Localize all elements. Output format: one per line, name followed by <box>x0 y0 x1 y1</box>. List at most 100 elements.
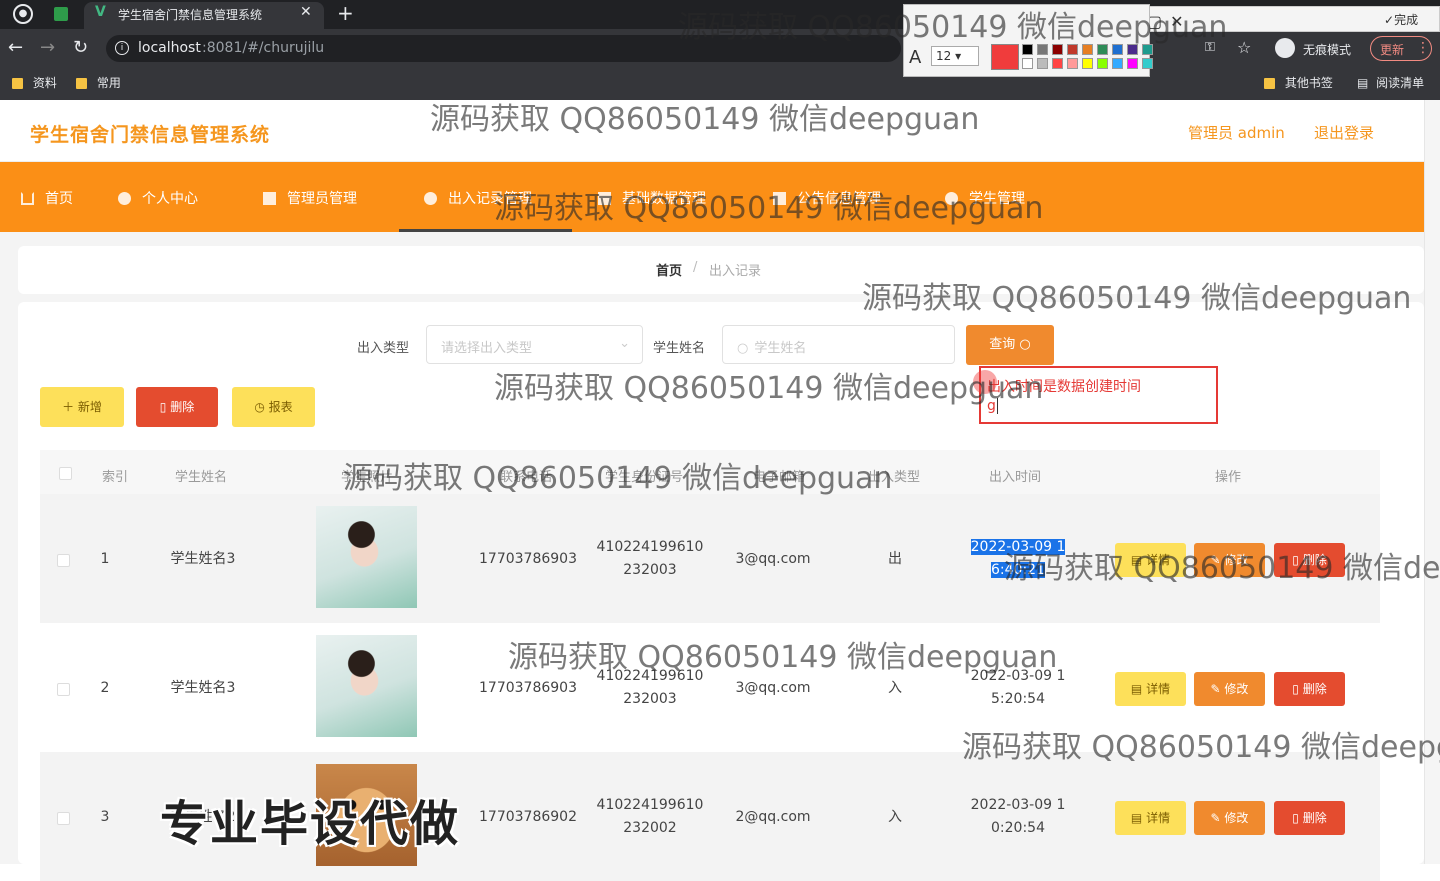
bookmark-label: 阅读清单 <box>1376 76 1425 90</box>
palette-color-swatch[interactable] <box>1052 58 1063 69</box>
report-button[interactable]: ◷ 报表 <box>232 387 315 427</box>
bookmark-other[interactable]: 其他书签 <box>1264 74 1333 91</box>
palette-color-swatch[interactable] <box>1082 58 1093 69</box>
row-checkbox[interactable] <box>57 683 70 696</box>
type-select[interactable]: 请选择出入类型 ⌄ <box>426 325 643 364</box>
watermark-text: 源码获取 QQ86050149 微信deepguan <box>962 730 1440 765</box>
watermark-text: 源码获取 QQ86050149 微信deepguan <box>343 461 893 496</box>
nav-label: 首页 <box>45 191 73 207</box>
delete-button[interactable]: ▯ 删除 <box>136 387 218 427</box>
cell-name: 学生姓名3 <box>170 680 236 696</box>
site-title: 学生宿舍门禁信息管理系统 <box>30 124 271 146</box>
add-button[interactable]: ＋ 新增 <box>40 387 124 427</box>
record-icon <box>424 192 437 205</box>
cell-time: 2022-03-09 1 0:20:54 <box>970 797 1066 836</box>
col-header: 索引 <box>102 470 129 485</box>
name-input[interactable]: ○ 学生姓名 <box>722 325 955 364</box>
row-checkbox[interactable] <box>57 554 70 567</box>
detail-icon: ▤ <box>1130 811 1147 825</box>
delete-row-button[interactable]: ▯ 删除 <box>1274 801 1345 835</box>
star-icon[interactable]: ☆ <box>1237 38 1251 57</box>
palette-color-swatch[interactable] <box>1142 58 1153 69</box>
name-label: 学生姓名 <box>653 341 706 356</box>
name-placeholder: 学生姓名 <box>754 341 807 356</box>
watermark-text: 源码获取 QQ86050149 微信deepguan <box>494 191 1044 226</box>
watermark-text: 源码获取 QQ86050149 微信deepguan <box>1004 551 1440 586</box>
cell-name: 学生姓名3 <box>170 551 236 567</box>
type-placeholder: 请选择出入类型 <box>441 341 533 356</box>
site-info-icon[interactable]: i <box>115 41 129 55</box>
edit-button[interactable]: ✎ 修改 <box>1194 801 1265 835</box>
cell-email: 3@qq.com <box>735 551 811 567</box>
nav-profile[interactable]: 个人中心 <box>118 188 198 208</box>
bookmark-folder-ziliao[interactable]: 资料 <box>12 74 57 91</box>
palette-color-swatch[interactable] <box>1097 58 1108 69</box>
url-host: localhost <box>138 40 201 56</box>
font-size-select[interactable]: 12 ▾ <box>931 46 979 66</box>
cell-index: 2 <box>100 680 110 696</box>
incognito-label[interactable]: 无痕模式 <box>1303 41 1351 58</box>
reading-list[interactable]: ▤ 阅读清单 <box>1357 74 1424 91</box>
cell-email: 2@qq.com <box>735 809 811 825</box>
cell-type: 出 <box>888 551 902 567</box>
palette-color-swatch[interactable] <box>1067 58 1078 69</box>
folder-icon <box>12 78 23 89</box>
watermark-text: 源码获取 QQ86050149 微信deepguan <box>508 640 1058 675</box>
tab-close-icon[interactable]: ✕ <box>300 4 312 20</box>
bookmark-folder-changyong[interactable]: 常用 <box>76 74 121 91</box>
delete-row-button[interactable]: ▯ 删除 <box>1274 672 1345 706</box>
incognito-icon <box>1275 38 1295 58</box>
row-checkbox[interactable] <box>57 812 70 825</box>
admin-icon <box>263 192 276 205</box>
detail-button[interactable]: ▤ 详情 <box>1115 801 1186 835</box>
palette-color-swatch[interactable] <box>1127 58 1138 69</box>
home-icon <box>21 192 34 205</box>
trash-icon: ▯ <box>159 400 167 414</box>
current-color-swatch[interactable] <box>991 44 1019 70</box>
cell-email: 3@qq.com <box>735 680 811 696</box>
query-button[interactable]: 查询 ○ <box>966 325 1054 365</box>
clock-icon: ◷ <box>254 400 265 414</box>
bookmark-label: 资料 <box>32 76 57 90</box>
new-tab-icon[interactable]: + <box>337 1 354 25</box>
chevron-down-icon: ⌄ <box>619 336 630 351</box>
grid-app-icon[interactable] <box>54 7 68 21</box>
nav-admin[interactable]: 管理员管理 <box>263 188 357 208</box>
select-all-checkbox[interactable] <box>59 467 72 480</box>
update-label: 更新 <box>1380 43 1405 57</box>
font-size-value: 12 <box>936 49 952 63</box>
breadcrumb-home[interactable]: 首页 <box>656 260 682 279</box>
delete-label: 删除 <box>170 400 195 414</box>
action-label: 删除 <box>1302 811 1327 825</box>
tab-title: 学生宿舍门禁信息管理系统 <box>118 8 263 22</box>
action-label: 详情 <box>1146 682 1171 696</box>
plus-icon: ＋ <box>62 400 75 414</box>
detail-button[interactable]: ▤ 详情 <box>1115 672 1186 706</box>
reload-icon[interactable]: ↻ <box>73 37 88 58</box>
trash-icon: ▯ <box>1292 811 1303 825</box>
palette-color-swatch[interactable] <box>1112 58 1123 69</box>
add-label: 新增 <box>77 400 102 414</box>
done-label: 完成 <box>1394 13 1419 27</box>
promo-watermark: 专业毕设代做 <box>160 796 461 852</box>
nav-label: 个人中心 <box>142 191 198 207</box>
cell-type: 入 <box>888 680 902 696</box>
palette-color-swatch[interactable] <box>1022 58 1033 69</box>
trash-icon: ▯ <box>1292 682 1303 696</box>
nav-home[interactable]: 首页 <box>21 188 73 208</box>
nav-label: 管理员管理 <box>287 191 357 207</box>
watermark-text: 源码获取 QQ86050149 微信deepguan <box>678 10 1228 45</box>
back-icon[interactable]: ← <box>8 37 23 58</box>
cell-phone: 17703786903 <box>479 551 577 567</box>
cell-phone: 17703786903 <box>479 680 577 696</box>
logout-link[interactable]: 退出登录 <box>1314 122 1374 143</box>
edit-button[interactable]: ✎ 修改 <box>1194 672 1265 706</box>
forward-icon[interactable]: → <box>40 37 55 58</box>
menu-icon[interactable]: ⋮ <box>1416 40 1430 56</box>
watermark-text: 源码获取 QQ86050149 微信deepguan <box>862 281 1412 316</box>
admin-user-label[interactable]: 管理员 admin <box>1188 122 1285 143</box>
annotation-done-button[interactable]: ✓完成 <box>1384 11 1418 28</box>
palette-color-swatch[interactable] <box>1037 58 1048 69</box>
action-label: 修改 <box>1224 811 1249 825</box>
cell-phone: 17703786902 <box>479 809 577 825</box>
